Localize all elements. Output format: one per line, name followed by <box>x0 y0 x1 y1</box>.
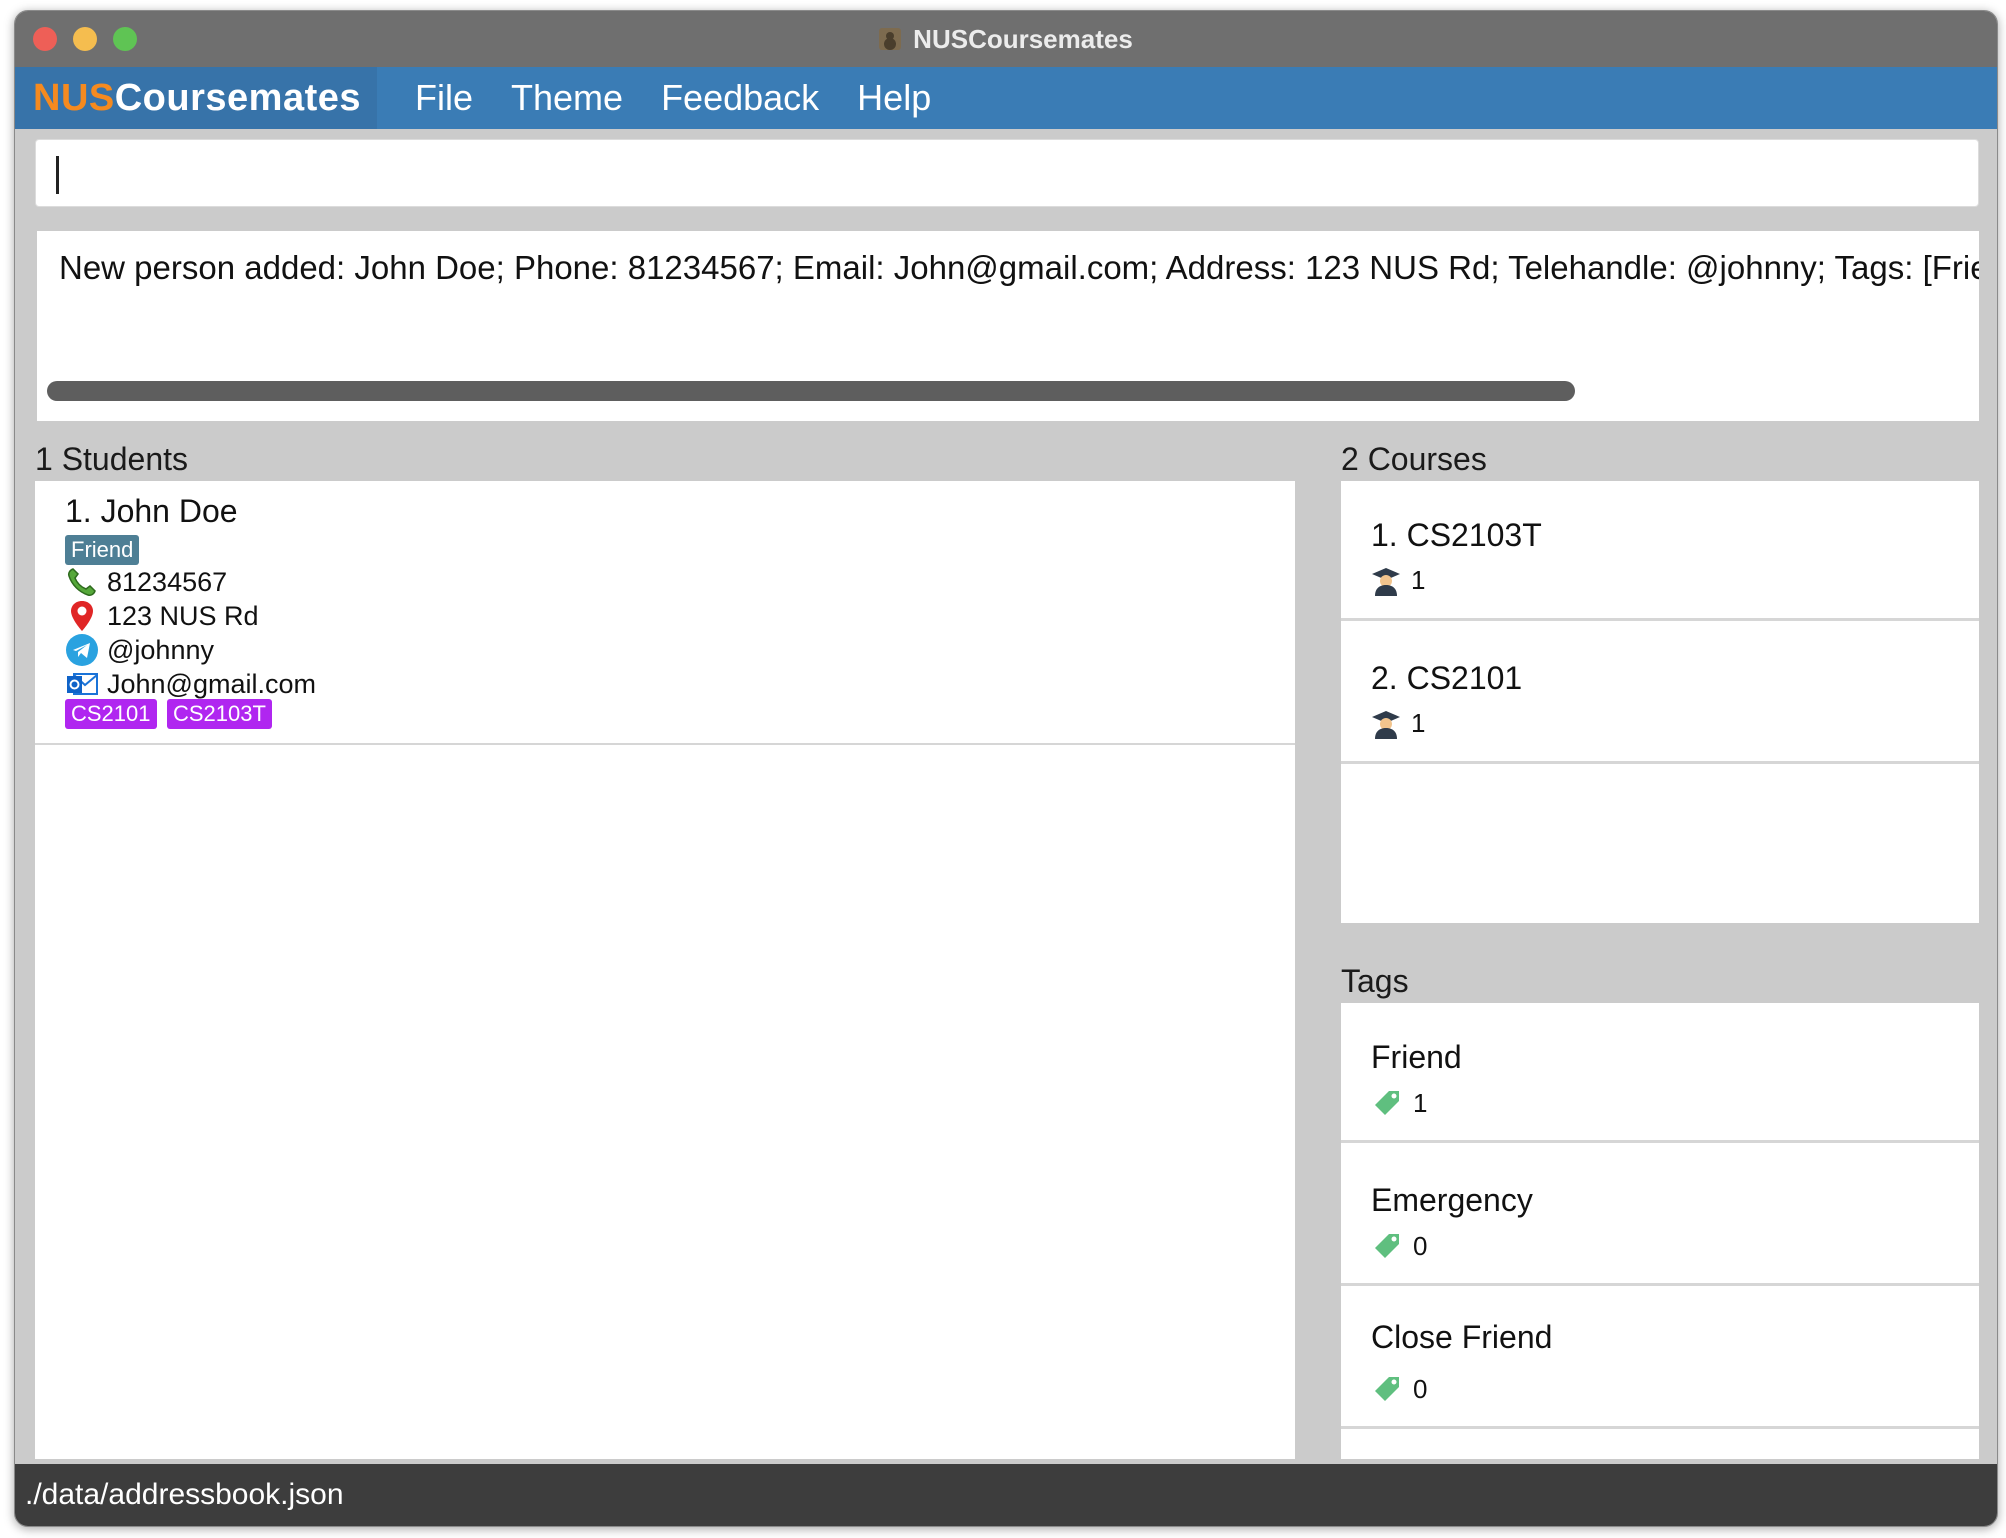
telegram-icon <box>66 634 98 666</box>
status-bar: ./data/addressbook.json <box>15 1464 1997 1526</box>
app-window: NUSCoursemates NUS Coursemates File Theme… <box>14 10 1998 1527</box>
window-controls <box>33 27 137 51</box>
brand-nus: NUS <box>33 76 115 119</box>
phone-row: 81234567 <box>65 565 227 599</box>
address-row: 123 NUS Rd <box>65 599 259 633</box>
save-location-path: ./data/addressbook.json <box>25 1478 344 1511</box>
title-bar: NUSCoursemates <box>15 11 1997 67</box>
result-message: New person added: John Doe; Phone: 81234… <box>59 249 1979 286</box>
menu-theme[interactable]: Theme <box>511 77 623 119</box>
course-list[interactable]: 1. CS2103T 1 2. CS2101 1 <box>1341 481 1979 923</box>
courses-header: 2 Courses <box>1341 441 1487 477</box>
person-name: 1. John Doe <box>65 493 238 529</box>
tag-title: Close Friend <box>1371 1319 1553 1355</box>
brand-logo: NUS Coursemates <box>15 67 377 129</box>
maximize-window-button[interactable] <box>113 27 137 51</box>
tag-title: Emergency <box>1371 1182 1533 1218</box>
course-count-value: 1 <box>1411 565 1426 595</box>
telehandle-row: @johnny <box>65 633 214 667</box>
course-student-count: 1 <box>1371 708 1425 739</box>
brand-coursemates: Coursemates <box>114 76 361 119</box>
location-pin-icon <box>71 601 93 631</box>
student-icon <box>1372 710 1400 739</box>
course-student-count: 1 <box>1371 565 1425 596</box>
tag-card[interactable]: Emergency 0 <box>1341 1146 1979 1286</box>
tag-icon <box>1375 1234 1399 1258</box>
course-card[interactable]: 2. CS2101 1 <box>1341 624 1979 764</box>
tag-list[interactable]: Friend 1 Emergency 0 Close Friend 0 <box>1341 1003 1979 1459</box>
tag-icon <box>1375 1377 1399 1401</box>
tag-count-value: 1 <box>1413 1087 1428 1118</box>
email-icon <box>67 673 98 695</box>
phone-icon <box>68 568 96 596</box>
course-tag-cs2101: CS2101 <box>65 699 157 729</box>
menu-bar: NUS Coursemates File Theme Feedback Help <box>15 67 1997 129</box>
person-card[interactable]: 1. John Doe Friend 81234567 123 NUS Rd @… <box>35 481 1295 745</box>
tag-card[interactable]: Friend 1 <box>1341 1003 1979 1143</box>
course-title: 2. CS2101 <box>1371 660 1523 696</box>
result-display[interactable]: New person added: John Doe; Phone: 81234… <box>37 231 1979 421</box>
menu-help[interactable]: Help <box>857 77 931 119</box>
tag-count: 0 <box>1371 1373 1427 1405</box>
course-title: 1. CS2103T <box>1371 517 1542 553</box>
telehandle-text: @johnny <box>107 634 214 665</box>
minimize-window-button[interactable] <box>73 27 97 51</box>
course-tag-cs2103t: CS2103T <box>167 699 272 729</box>
email-row: John@gmail.com <box>65 667 316 701</box>
tag-count-value: 0 <box>1413 1373 1428 1404</box>
close-window-button[interactable] <box>33 27 57 51</box>
command-input[interactable] <box>35 139 1979 207</box>
menu-file[interactable]: File <box>415 77 473 119</box>
students-header: 1 Students <box>35 441 188 477</box>
email-text: John@gmail.com <box>107 668 316 699</box>
course-card[interactable]: 1. CS2103T 1 <box>1341 481 1979 621</box>
tag-title: Friend <box>1371 1039 1462 1075</box>
student-list[interactable]: 1. John Doe Friend 81234567 123 NUS Rd @… <box>35 481 1295 1459</box>
tags-header: Tags <box>1341 963 1409 999</box>
tag-count: 0 <box>1371 1230 1427 1262</box>
tag-count: 1 <box>1371 1087 1427 1119</box>
student-icon <box>1372 567 1400 596</box>
tag-count-value: 0 <box>1413 1230 1428 1261</box>
tag-icon <box>1375 1091 1399 1115</box>
person-tag-friend: Friend <box>65 535 140 565</box>
phone-number: 81234567 <box>107 566 228 597</box>
app-icon <box>879 28 902 50</box>
window-title: NUSCoursemates <box>913 23 1133 54</box>
tag-card[interactable]: Close Friend 0 <box>1341 1289 1979 1429</box>
menu-feedback[interactable]: Feedback <box>661 77 819 119</box>
address-text: 123 NUS Rd <box>107 600 259 631</box>
horizontal-scrollbar[interactable] <box>47 381 1575 401</box>
text-caret <box>56 156 59 194</box>
course-count-value: 1 <box>1411 708 1426 738</box>
